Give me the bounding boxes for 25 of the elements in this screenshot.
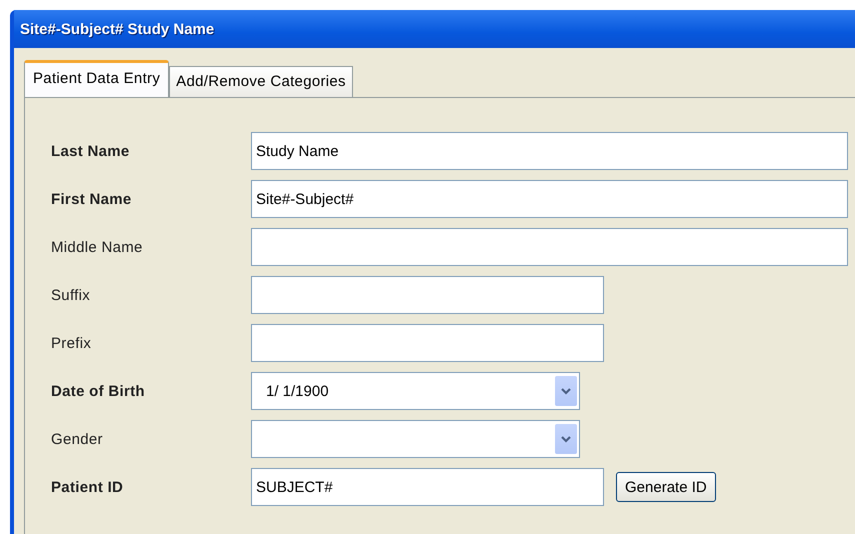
- window-title: Site#-Subject# Study Name: [20, 20, 214, 38]
- tab[interactable]: Patient Data Entry: [24, 60, 170, 97]
- field-label: Suffix: [51, 286, 92, 304]
- dropdown-button[interactable]: [555, 424, 577, 454]
- chevron-down-icon: [561, 388, 571, 394]
- input-field[interactable]: SUBJECT#: [251, 468, 604, 506]
- input-field[interactable]: [251, 228, 848, 266]
- chevron-down-icon: [561, 436, 571, 442]
- field-label: Patient ID: [51, 478, 124, 496]
- tab[interactable]: Add/Remove Categories: [169, 66, 353, 97]
- dropdown-field[interactable]: [251, 420, 580, 458]
- input-field[interactable]: [251, 324, 604, 362]
- input-field[interactable]: Study Name: [251, 132, 848, 170]
- input-field[interactable]: Site#-Subject#: [251, 180, 848, 218]
- field-label: First Name: [51, 190, 133, 208]
- field-label: Middle Name: [51, 238, 144, 256]
- dropdown-button[interactable]: [555, 376, 577, 406]
- field-label: Gender: [51, 430, 104, 448]
- field-label: Date of Birth: [51, 382, 146, 400]
- field-label: Last Name: [51, 142, 131, 160]
- generate-button[interactable]: Generate ID: [616, 472, 716, 502]
- field-label: Prefix: [51, 334, 92, 352]
- dropdown-field[interactable]: 1/ 1/1900: [251, 372, 580, 410]
- input-field[interactable]: [251, 276, 604, 314]
- dropdown-value: 1/ 1/1900: [266, 382, 329, 400]
